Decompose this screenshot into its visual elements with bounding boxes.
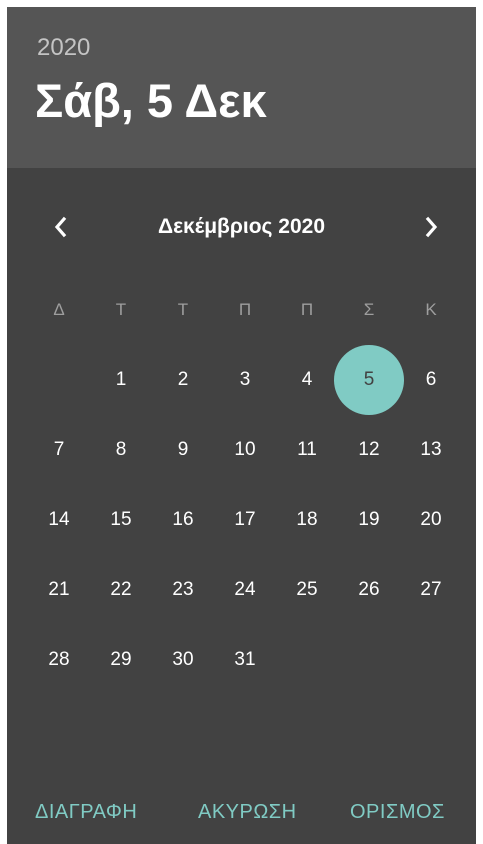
calendar-day-number: 3 bbox=[239, 369, 251, 390]
calendar-day[interactable]: 6 bbox=[400, 345, 462, 415]
calendar-day[interactable]: 16 bbox=[152, 485, 214, 555]
calendar-day-number: 28 bbox=[48, 649, 70, 670]
weekday-label: Δ bbox=[53, 300, 65, 319]
calendar-day-number: 5 bbox=[363, 369, 375, 390]
clear-button[interactable]: ΔΙΑΓΡΑΦΗ bbox=[35, 792, 137, 832]
ok-button[interactable]: ΟΡΙΣΜΟΣ bbox=[350, 792, 445, 832]
calendar-day-number: 9 bbox=[177, 439, 189, 460]
calendar-day[interactable]: 29 bbox=[90, 625, 152, 695]
calendar-day[interactable]: 25 bbox=[276, 555, 338, 625]
weekday-label: Τ bbox=[115, 300, 127, 319]
calendar-day[interactable]: 9 bbox=[152, 415, 214, 485]
calendar-day-number: 17 bbox=[234, 509, 256, 530]
cancel-button[interactable]: ΑΚΥΡΩΣΗ bbox=[198, 792, 297, 832]
calendar-day-number: 11 bbox=[297, 439, 317, 460]
calendar-day[interactable]: 1 bbox=[90, 345, 152, 415]
calendar-day[interactable]: 14 bbox=[28, 485, 90, 555]
calendar-day-number: 25 bbox=[296, 579, 318, 600]
calendar-day-number: 10 bbox=[234, 439, 256, 460]
previous-month-button[interactable] bbox=[38, 205, 82, 249]
calendar-day-grid: 1 2 3 4 5 6 7 8 9 10 11 12 13 14 15 16 17 18 19 20 21 22 23 24 2… bbox=[28, 345, 462, 695]
calendar-day[interactable]: 12 bbox=[338, 415, 400, 485]
calendar-day[interactable]: 3 bbox=[214, 345, 276, 415]
calendar-day-selected[interactable]: 5 bbox=[334, 345, 404, 415]
calendar-day-number: 16 bbox=[172, 509, 194, 530]
calendar-day[interactable]: 18 bbox=[276, 485, 338, 555]
calendar-day[interactable]: 4 bbox=[276, 345, 338, 415]
calendar-day[interactable]: 7 bbox=[28, 415, 90, 485]
calendar-day[interactable]: 23 bbox=[152, 555, 214, 625]
calendar-day-number: 13 bbox=[420, 439, 442, 460]
calendar-day-number: 30 bbox=[172, 649, 194, 670]
calendar-day[interactable]: 27 bbox=[400, 555, 462, 625]
weekday-header-row: Δ Τ Τ Π Π Σ Κ bbox=[28, 295, 462, 325]
month-navigation: Δεκέμβριος 2020 bbox=[7, 205, 476, 249]
calendar-day[interactable]: 28 bbox=[28, 625, 90, 695]
dialog-actions: ΔΙΑΓΡΑΦΗ ΑΚΥΡΩΣΗ ΟΡΙΣΜΟΣ bbox=[7, 792, 476, 832]
calendar-day[interactable]: 26 bbox=[338, 555, 400, 625]
calendar-day[interactable]: 11 bbox=[276, 415, 338, 485]
calendar-day-number: 12 bbox=[358, 439, 380, 460]
calendar-day-number: 22 bbox=[110, 579, 132, 600]
calendar-day-number: 29 bbox=[110, 649, 132, 670]
calendar-day[interactable]: 8 bbox=[90, 415, 152, 485]
calendar-day-number: 18 bbox=[296, 509, 318, 530]
calendar-day-number: 24 bbox=[234, 579, 256, 600]
calendar-day-number: 1 bbox=[115, 369, 127, 390]
chevron-right-icon bbox=[425, 216, 438, 238]
calendar-day-empty bbox=[28, 345, 90, 415]
calendar-day-number: 6 bbox=[425, 369, 437, 390]
calendar-day-number: 2 bbox=[177, 369, 189, 390]
calendar-day[interactable]: 19 bbox=[338, 485, 400, 555]
calendar-day-number: 15 bbox=[110, 509, 132, 530]
weekday-label: Π bbox=[300, 300, 314, 319]
calendar-day-number: 31 bbox=[234, 649, 256, 670]
calendar-day[interactable]: 20 bbox=[400, 485, 462, 555]
calendar-day-number: 26 bbox=[358, 579, 380, 600]
calendar-day-number: 7 bbox=[53, 439, 65, 460]
calendar-day[interactable]: 21 bbox=[28, 555, 90, 625]
calendar-day[interactable]: 15 bbox=[90, 485, 152, 555]
chevron-left-icon bbox=[54, 216, 67, 238]
calendar-day-number: 19 bbox=[358, 509, 380, 530]
calendar-day[interactable]: 2 bbox=[152, 345, 214, 415]
calendar-day[interactable]: 24 bbox=[214, 555, 276, 625]
header-selected-date[interactable]: Σάβ, 5 Δεκ bbox=[35, 73, 267, 129]
weekday-label: Π bbox=[238, 300, 252, 319]
weekday-label: Σ bbox=[363, 300, 375, 319]
calendar-day[interactable]: 17 bbox=[214, 485, 276, 555]
calendar-day-number: 14 bbox=[48, 509, 70, 530]
weekday-label: Τ bbox=[177, 300, 189, 319]
calendar-day-number: 21 bbox=[48, 579, 70, 600]
calendar-day-number: 4 bbox=[301, 369, 313, 390]
calendar-day[interactable]: 13 bbox=[400, 415, 462, 485]
next-month-button[interactable] bbox=[410, 205, 454, 249]
calendar-day-number: 23 bbox=[172, 579, 194, 600]
calendar-day-number: 20 bbox=[420, 509, 442, 530]
calendar-day[interactable]: 30 bbox=[152, 625, 214, 695]
calendar-day[interactable]: 22 bbox=[90, 555, 152, 625]
calendar-day[interactable]: 10 bbox=[214, 415, 276, 485]
date-picker-dialog: 2020 Σάβ, 5 Δεκ Δεκέμβριος 2020 Δ Τ Τ Π … bbox=[7, 7, 476, 844]
calendar-day-number: 8 bbox=[115, 439, 127, 460]
calendar-day-number: 27 bbox=[420, 579, 442, 600]
header-year[interactable]: 2020 bbox=[37, 34, 90, 62]
date-picker-header: 2020 Σάβ, 5 Δεκ bbox=[7, 7, 476, 168]
calendar-day[interactable]: 31 bbox=[214, 625, 276, 695]
weekday-label: Κ bbox=[425, 300, 437, 319]
